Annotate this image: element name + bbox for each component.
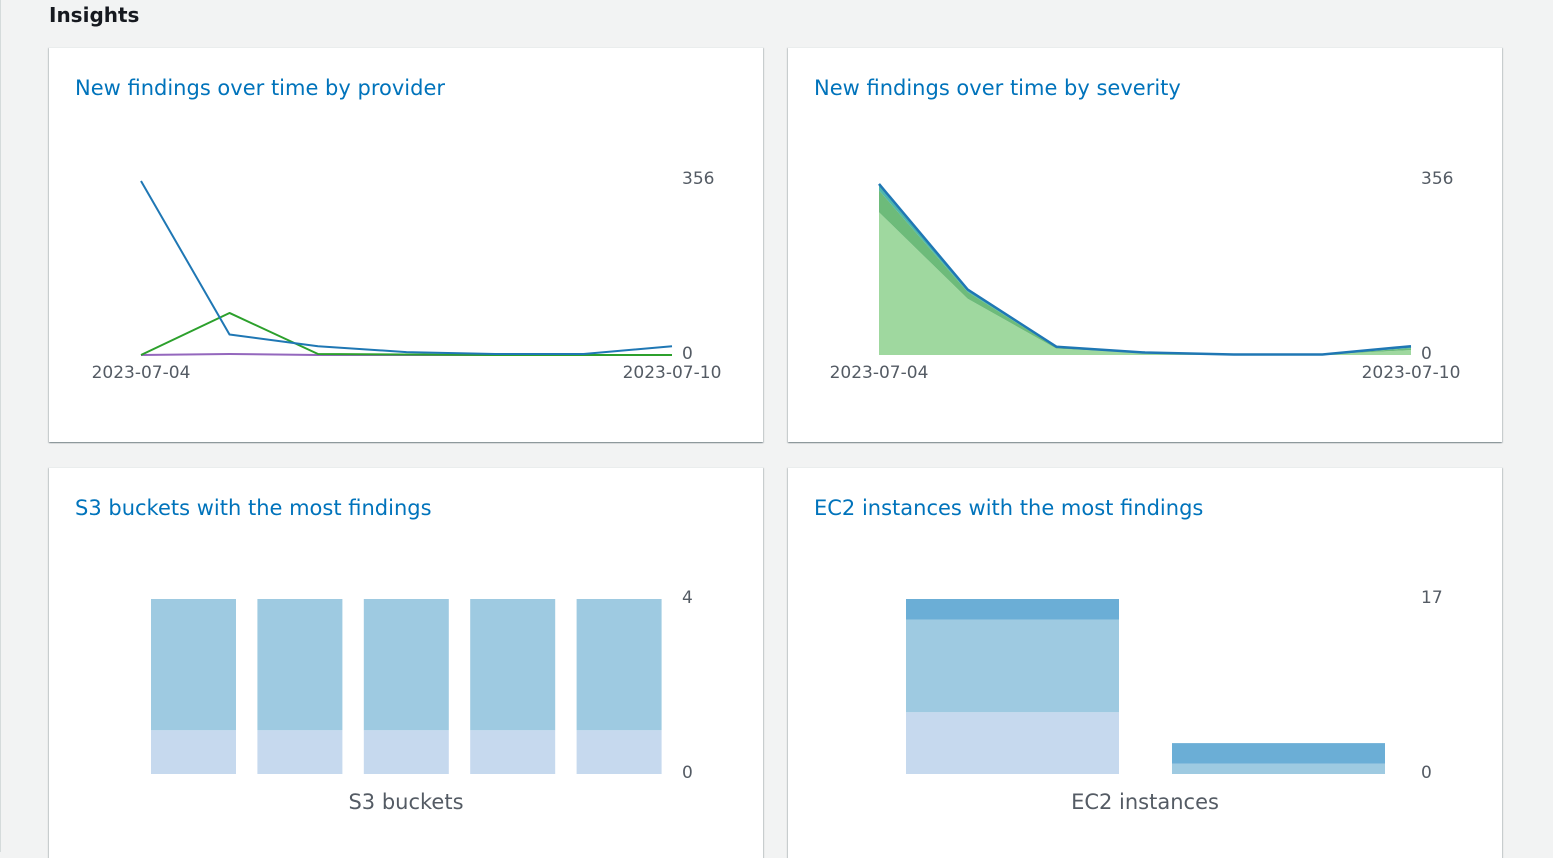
- x-tick-end: 2023-07-10: [623, 363, 722, 383]
- bar-3-segment-1: [470, 599, 556, 731]
- s3-bar-chart: 4 0 S3 buckets: [151, 588, 693, 814]
- y-tick-zero: 0: [1421, 344, 1432, 364]
- y-tick-zero: 0: [682, 344, 693, 364]
- y-tick-zero: 0: [682, 763, 693, 783]
- x-tick-start: 2023-07-04: [830, 363, 929, 383]
- y-tick-max: 17: [1421, 588, 1443, 608]
- bar-0-segment-1: [906, 619, 1119, 713]
- x-tick-end: 2023-07-10: [1362, 363, 1461, 383]
- y-tick-max: 4: [682, 588, 693, 608]
- severity-card: New findings over time by severity 356 0…: [788, 47, 1502, 442]
- bar-2-segment-0: [363, 730, 449, 774]
- severity-area-chart: 356 0 2023-07-04 2023-07-10: [830, 169, 1461, 383]
- bar-0-segment-0: [906, 712, 1119, 774]
- bar-1-segment-0: [257, 730, 343, 774]
- bar-0-segment-0: [151, 730, 236, 774]
- s3-card: S3 buckets with the most findings 4 0 S3…: [49, 467, 763, 858]
- severity-chart-marks: [878, 183, 1412, 356]
- provider-card: New findings over time by provider 356 0…: [49, 47, 763, 442]
- x-axis-title: S3 buckets: [348, 790, 463, 814]
- bar-1-segment-1: [257, 599, 343, 731]
- series-line-0: [140, 180, 673, 356]
- ec2-card: EC2 instances with the most findings 17 …: [788, 467, 1502, 858]
- bar-1-segment-1: [1172, 763, 1385, 774]
- page-edge: [0, 0, 1, 852]
- bar-2-segment-1: [363, 599, 449, 731]
- ec2-bar-chart: 17 0 EC2 instances: [906, 588, 1443, 814]
- x-axis-title: EC2 instances: [1071, 790, 1219, 814]
- provider-chart-marks: [140, 180, 673, 356]
- bar-4-segment-1: [576, 599, 662, 731]
- section-title: Insights: [49, 3, 140, 27]
- ec2-chart-marks: [906, 599, 1385, 774]
- y-tick-zero: 0: [1421, 763, 1432, 783]
- bar-0-segment-2: [906, 599, 1119, 620]
- bar-4-segment-0: [576, 730, 662, 774]
- bar-0-segment-1: [151, 599, 236, 731]
- x-tick-start: 2023-07-04: [92, 363, 191, 383]
- provider-line-chart: 356 0 2023-07-04 2023-07-10: [92, 169, 722, 383]
- bar-3-segment-0: [470, 730, 556, 774]
- y-tick-max: 356: [1421, 169, 1453, 189]
- bar-1-segment-2: [1172, 743, 1385, 764]
- y-tick-max: 356: [682, 169, 714, 189]
- s3-chart-marks: [151, 599, 662, 774]
